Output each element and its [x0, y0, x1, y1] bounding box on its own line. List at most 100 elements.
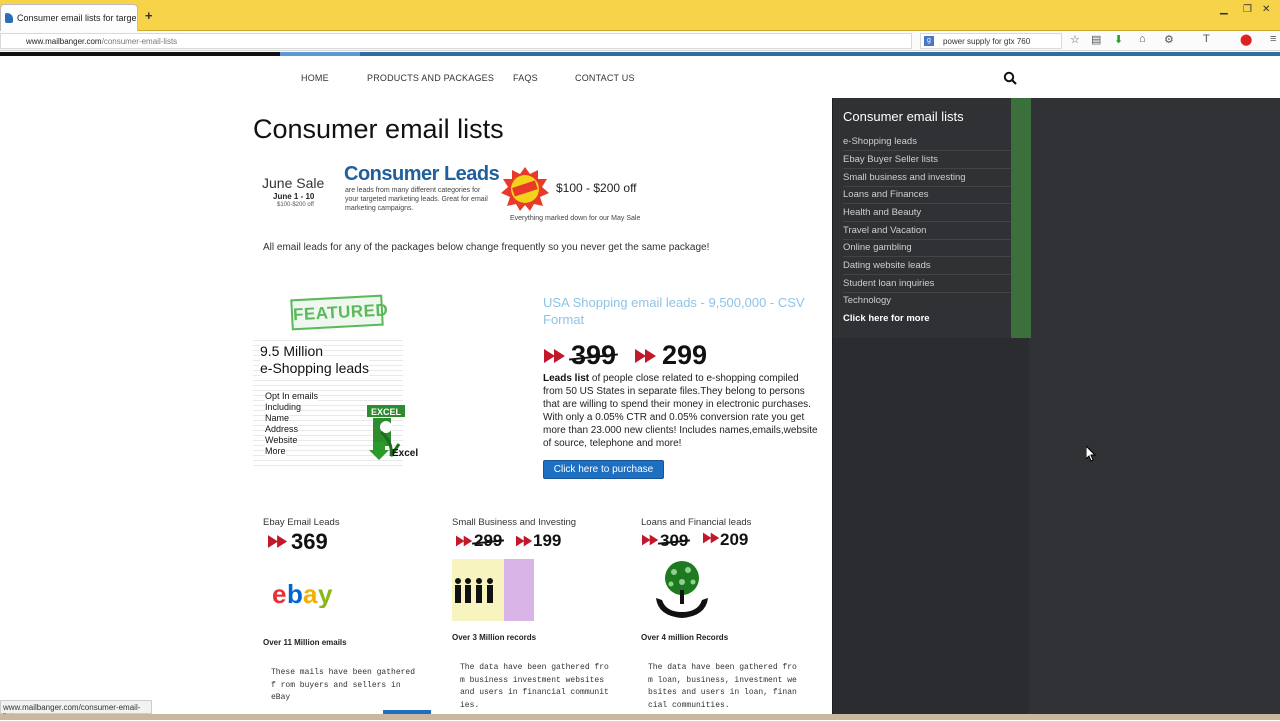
page-title: Consumer email lists	[253, 114, 504, 144]
product-title[interactable]: Ebay Email Leads	[263, 517, 340, 528]
desc-text: of people close related to e-shopping co…	[543, 373, 818, 449]
double-arrow-icon	[544, 349, 565, 363]
featured-list-item: Including	[265, 402, 302, 413]
marked-down-text: Everything marked down for our May Sale	[510, 215, 641, 222]
double-arrow-icon	[642, 534, 659, 546]
sidebar-accent-bar	[1011, 98, 1031, 338]
browser-tab[interactable]: Consumer email lists for targe...	[0, 4, 138, 31]
sidebar: Consumer email lists e-Shopping leads Eb…	[832, 98, 1280, 720]
double-arrow-icon	[703, 532, 720, 544]
bookmark-star-icon[interactable]: ☆	[1070, 33, 1080, 46]
product-stat: Over 3 Million records	[452, 633, 537, 642]
svg-text:e: e	[272, 579, 286, 608]
june-dates: June 1 - 10	[273, 192, 315, 201]
money-tree-icon	[656, 561, 708, 618]
sidebar-item[interactable]: Dating website leads	[843, 260, 1011, 275]
google-icon: g	[924, 36, 934, 46]
text-tool-icon[interactable]: T	[1203, 33, 1210, 45]
sidebar-item[interactable]: Loans and Finances	[843, 189, 1011, 204]
product-old-price: 299	[474, 531, 503, 550]
close-icon[interactable]: ✕	[1262, 4, 1270, 15]
browser-nav-bar: www.mailbanger.com/consumer-email-lists …	[0, 31, 1280, 51]
status-bar: www.mailbanger.com/consumer-email-lists	[0, 700, 152, 721]
double-arrow-icon	[268, 535, 288, 548]
product-price: 209	[720, 530, 749, 549]
nav-faqs[interactable]: FAQS	[513, 73, 538, 83]
excel-word: Excel	[392, 448, 419, 459]
ebay-logo: e b a y	[272, 579, 333, 608]
limited-time-offer-icon	[501, 167, 549, 211]
product-desc: The data have been gathered fro m busine…	[460, 663, 609, 710]
featured-new-price: 299	[662, 340, 708, 370]
product-old-price: 309	[660, 531, 689, 550]
menu-icon[interactable]: ≡	[1270, 33, 1276, 45]
desc-bold: Leads list	[543, 373, 590, 384]
sidebar-item[interactable]: Student loan inquiries	[843, 278, 1011, 293]
taskbar	[0, 714, 1280, 720]
featured-description: Leads list of people close related to e-…	[543, 372, 821, 450]
home-icon[interactable]: ⌂	[1139, 33, 1146, 45]
product-price: 199	[533, 531, 562, 550]
sidebar-item[interactable]: Health and Beauty	[843, 207, 1011, 222]
double-arrow-icon	[516, 535, 533, 547]
browser-tab-bar: Consumer email lists for targe... + ▁ ❐ …	[0, 0, 1280, 31]
nav-contact[interactable]: CONTACT US	[575, 73, 635, 83]
adblock-icon[interactable]: ⬤	[1240, 33, 1252, 46]
excel-label: EXCEL	[366, 404, 406, 418]
featured-line2: e-Shopping leads	[260, 360, 369, 376]
business-people-image	[452, 559, 534, 621]
mouse-cursor-icon	[1086, 446, 1096, 462]
svg-text:b: b	[287, 579, 303, 608]
featured-list-item: Address	[265, 424, 299, 435]
consumer-leads-desc: are leads from many different categories…	[345, 187, 488, 212]
featured-badge: FEATURED	[290, 294, 389, 331]
search-icon[interactable]	[1003, 71, 1017, 85]
site-top-strip	[0, 52, 1280, 56]
minimize-icon[interactable]: ▁	[1220, 4, 1228, 15]
product-title[interactable]: Loans and Financial leads	[641, 517, 751, 528]
featured-list-item: Website	[265, 435, 298, 446]
tab-title: Consumer email lists for targe...	[17, 13, 138, 23]
extension-icon[interactable]: ⚙	[1164, 33, 1174, 46]
featured-list-item: Opt In emails	[265, 391, 319, 402]
reading-list-icon[interactable]: ▤	[1091, 33, 1101, 46]
product-stat: Over 4 million Records	[641, 633, 729, 642]
site-favicon-icon	[5, 13, 13, 23]
double-arrow-icon	[635, 349, 656, 363]
url-domain: www.mailbanger.com	[26, 37, 102, 46]
nav-products[interactable]: PRODUCTS AND PACKAGES	[367, 73, 494, 83]
june-sale-label: June Sale	[262, 175, 325, 191]
sidebar-item[interactable]: Small business and investing	[843, 172, 1011, 187]
all-leads-text: All email leads for any of the packages …	[263, 242, 710, 253]
sidebar-item[interactable]: Ebay Buyer Seller lists	[843, 154, 1011, 169]
browser-search-input[interactable]: g power supply for gtx 760	[920, 33, 1062, 49]
featured-list-item: Name	[265, 413, 290, 424]
product-price: 369	[291, 529, 328, 554]
new-tab-button[interactable]: +	[145, 8, 153, 23]
nav-home[interactable]: HOME	[301, 73, 329, 83]
product-title[interactable]: Small Business and Investing	[452, 517, 576, 528]
download-icon[interactable]: ⬇	[1114, 33, 1123, 46]
sidebar-item[interactable]: Travel and Vacation	[843, 225, 1011, 240]
purchase-button[interactable]: Click here to purchase	[543, 460, 664, 479]
featured-product-title[interactable]: USA Shopping email leads - 9,500,000 - C…	[543, 294, 823, 328]
svg-text:a: a	[303, 579, 318, 608]
product-stat: Over 11 Million emails	[263, 638, 347, 647]
address-bar[interactable]: www.mailbanger.com/consumer-email-lists	[0, 33, 912, 49]
double-arrow-icon	[456, 535, 473, 547]
product-desc: These mails have been gathered f rom buy…	[271, 668, 416, 702]
sidebar-item[interactable]: Online gambling	[843, 242, 1011, 257]
product-desc: The data have been gathered fro m loan, …	[648, 663, 797, 710]
url-path: /consumer-email-lists	[101, 37, 178, 46]
consumer-leads-title: Consumer Leads	[344, 163, 500, 185]
sidebar-item[interactable]: e-Shopping leads	[843, 136, 1011, 151]
restore-icon[interactable]: ❐	[1243, 4, 1252, 15]
sidebar-more-link[interactable]: Click here for more	[843, 313, 930, 324]
search-value: power supply for gtx 760	[943, 37, 1031, 46]
featured-list-item: More	[265, 446, 286, 457]
off-text: $100 - $200 off	[556, 181, 637, 195]
featured-old-price: 399	[571, 340, 617, 370]
featured-line1: 9.5 Million	[260, 343, 324, 359]
sidebar-item[interactable]: Technology	[843, 295, 1011, 309]
sidebar-title: Consumer email lists	[843, 109, 964, 124]
